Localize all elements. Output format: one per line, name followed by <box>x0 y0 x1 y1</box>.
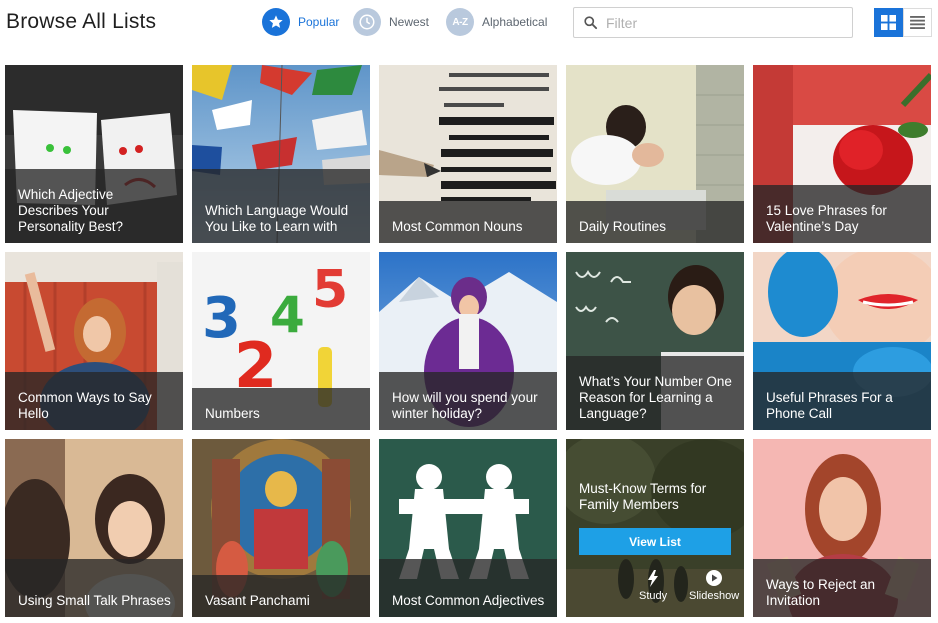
tile-caption: Using Small Talk Phrases <box>18 593 171 608</box>
clock-icon <box>353 8 381 36</box>
list-tile-love-phrases[interactable]: 15 Love Phrases for Valentine’s Day <box>753 65 931 243</box>
featured-list-title: Must-Know Terms for Family Members <box>579 481 707 512</box>
list-tile-common-adjectives[interactable]: Most Common Adjectives <box>379 439 557 617</box>
slideshow-button[interactable]: Slideshow <box>689 569 739 602</box>
page-title: Browse All Lists <box>6 10 157 33</box>
filter-box <box>573 7 853 38</box>
list-tile-common-nouns[interactable]: Most Common Nouns <box>379 65 557 243</box>
list-tile-learning-reason[interactable]: What’s Your Number One Reason for Learni… <box>566 252 744 430</box>
tile-caption: Vasant Panchami <box>205 593 310 608</box>
study-label: Study <box>639 590 668 602</box>
list-tile-adjective-personality[interactable]: Which Adjective Describes Your Personali… <box>5 65 183 243</box>
list-tile-family-members[interactable]: Must-Know Terms for Family Members View … <box>566 439 744 617</box>
list-tile-winter-holiday[interactable]: How will you spend your winter holiday? <box>379 252 557 430</box>
view-list-button[interactable]: View List <box>579 528 731 555</box>
list-tile-daily-routines[interactable]: Daily Routines <box>566 65 744 243</box>
tile-caption: 15 Love Phrases for Valentine’s Day <box>766 203 887 234</box>
lightning-icon <box>647 569 659 587</box>
tile-caption: Numbers <box>205 406 260 421</box>
tile-caption: Most Common Adjectives <box>392 593 545 608</box>
star-icon <box>262 8 290 36</box>
az-icon: A-Z <box>446 8 474 36</box>
tile-caption: Most Common Nouns <box>392 219 523 234</box>
tile-caption: Which Adjective Describes Your Personali… <box>18 187 124 234</box>
list-tile-small-talk[interactable]: Using Small Talk Phrases <box>5 439 183 617</box>
study-button[interactable]: Study <box>639 569 667 602</box>
tile-caption: Useful Phrases For a Phone Call <box>766 390 893 421</box>
tile-caption: What’s Your Number One Reason for Learni… <box>579 374 732 421</box>
sort-newest-label: Newest <box>389 15 430 29</box>
sort-alphabetical-button[interactable]: A-Z Alphabetical <box>446 8 547 36</box>
list-icon <box>910 16 925 29</box>
list-tile-numbers[interactable]: 3 2 4 5 Numbers <box>192 252 370 430</box>
svg-text:5: 5 <box>312 260 348 320</box>
tile-caption: Daily Routines <box>579 219 667 234</box>
sort-popular-button[interactable]: Popular <box>262 8 339 36</box>
tile-caption: How will you spend your winter holiday? <box>392 390 538 421</box>
list-tile-vasant-panchami[interactable]: Vasant Panchami <box>192 439 370 617</box>
sort-newest-button[interactable]: Newest <box>353 8 429 36</box>
az-icon-text: A-Z <box>452 16 468 28</box>
list-tile-reject-invitation[interactable]: Ways to Reject an Invitation <box>753 439 931 617</box>
list-tile-language-learn[interactable]: Which Language Would You Like to Learn w… <box>192 65 370 243</box>
filter-input[interactable] <box>606 14 836 31</box>
tile-caption: Ways to Reject an Invitation <box>766 577 876 608</box>
svg-text:4: 4 <box>270 286 305 344</box>
tile-caption: Which Language Would You Like to Learn w… <box>205 203 349 234</box>
sort-alphabetical-label: Alphabetical <box>482 15 548 29</box>
slideshow-label: Slideshow <box>689 590 740 602</box>
list-tile-ways-say-hello[interactable]: Common Ways to Say Hello <box>5 252 183 430</box>
play-icon <box>706 569 723 587</box>
list-tile-phone-call[interactable]: Useful Phrases For a Phone Call <box>753 252 931 430</box>
search-icon <box>574 15 606 30</box>
grid-icon <box>881 15 896 30</box>
list-view-button[interactable] <box>903 8 932 37</box>
tile-caption: Common Ways to Say Hello <box>18 390 152 421</box>
sort-popular-label: Popular <box>298 15 340 29</box>
grid-view-button[interactable] <box>874 8 903 37</box>
